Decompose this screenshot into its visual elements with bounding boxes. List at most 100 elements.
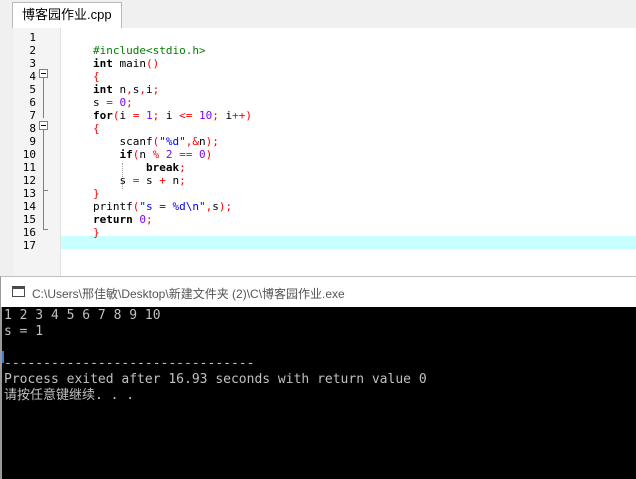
fold-end-marker bbox=[43, 229, 48, 230]
code-token: 0 bbox=[139, 213, 146, 226]
code-token: ,& bbox=[185, 135, 199, 148]
console-window-icon bbox=[12, 286, 25, 297]
code-token: ; bbox=[152, 83, 160, 96]
line-number: 15 bbox=[22, 213, 36, 226]
code-token: ; bbox=[179, 174, 186, 187]
tab-file-label: 博客园作业.cpp bbox=[22, 7, 112, 22]
code-token: ( bbox=[112, 109, 120, 122]
code-token: n bbox=[112, 83, 127, 96]
code-line: if(n % 2 == 0) bbox=[93, 148, 213, 161]
code-token: ); bbox=[205, 135, 219, 148]
code-token: ; bbox=[146, 213, 153, 226]
line-number: 12 bbox=[22, 174, 36, 187]
code-token: int bbox=[93, 57, 113, 70]
code-token: 2 bbox=[165, 148, 173, 161]
code-token: { bbox=[93, 122, 100, 135]
editor-tab-bar: 博客园作业.cpp bbox=[0, 0, 636, 29]
code-token: + bbox=[159, 174, 166, 187]
code-token: scanf bbox=[93, 135, 153, 148]
code-line: { bbox=[93, 122, 100, 135]
code-token: 1 bbox=[146, 109, 153, 122]
line-number: 17 bbox=[22, 239, 36, 252]
code-line: } bbox=[93, 187, 100, 200]
fold-toggle-icon[interactable] bbox=[39, 121, 48, 130]
code-token: for bbox=[93, 109, 113, 122]
line-number: 14 bbox=[22, 200, 36, 213]
code-token: s bbox=[139, 174, 160, 187]
code-line: { bbox=[93, 70, 100, 83]
code-token: ; bbox=[212, 109, 219, 122]
console-output-line: Process exited after 16.93 seconds with … bbox=[4, 372, 427, 387]
code-token: s bbox=[93, 174, 133, 187]
console-title-bar[interactable]: C:\Users\邢佳敏\Desktop\新建文件夹 (2)\C\博客园作业.e… bbox=[0, 276, 636, 307]
line-number: 4 bbox=[29, 70, 36, 83]
console-output-line: 1 2 3 4 5 6 7 8 9 10 bbox=[4, 308, 161, 323]
code-token: ) bbox=[205, 148, 213, 161]
code-token: break bbox=[145, 161, 180, 174]
line-number: 10 bbox=[22, 148, 36, 161]
code-line: return 0; bbox=[93, 213, 153, 226]
code-token: n bbox=[139, 148, 153, 161]
line-number: 2 bbox=[29, 44, 36, 57]
code-token: if bbox=[119, 148, 133, 161]
code-token: <= bbox=[179, 109, 193, 122]
code-token: ); bbox=[218, 200, 233, 213]
console-output-line: 请按任意键继续. . . bbox=[4, 388, 135, 403]
code-token: "s = %d\n" bbox=[139, 200, 206, 213]
line-number: 9 bbox=[29, 135, 36, 148]
code-line: int n,s,i; bbox=[93, 83, 159, 96]
code-token: { bbox=[93, 70, 100, 83]
code-token: n bbox=[198, 135, 206, 148]
code-token: s bbox=[93, 96, 107, 109]
code-token: 10 bbox=[199, 109, 213, 122]
code-editor[interactable]: 1 2 3 4 5 6 7 8 9 10 11 12 13 14 15 16 17 #include<stdio… bbox=[0, 28, 636, 276]
code-line: s = 0; bbox=[93, 96, 133, 109]
code-token: int bbox=[93, 83, 113, 96]
fold-toggle-icon[interactable] bbox=[39, 69, 48, 78]
code-token: i bbox=[159, 109, 180, 122]
code-token: #include<stdio.h> bbox=[93, 44, 206, 57]
line-number: 13 bbox=[22, 187, 36, 200]
line-number: 11 bbox=[22, 161, 36, 174]
fold-range-line bbox=[43, 78, 44, 118]
code-line: printf("s = %d\n",s); bbox=[93, 200, 232, 213]
code-line: scanf("%d",&n); bbox=[93, 135, 219, 148]
code-token: s bbox=[212, 200, 219, 213]
code-line: int main() bbox=[93, 57, 159, 70]
code-token: main bbox=[112, 57, 146, 70]
code-token: printf bbox=[93, 200, 133, 213]
code-token: () bbox=[146, 57, 160, 70]
line-number: 6 bbox=[29, 96, 36, 109]
line-number: 5 bbox=[29, 83, 36, 96]
code-token: n bbox=[165, 174, 180, 187]
code-line: for(i = 1; i <= 10; i++) bbox=[93, 109, 252, 122]
code-token: ; bbox=[179, 161, 186, 174]
code-token: } bbox=[93, 187, 100, 200]
code-token: , bbox=[139, 83, 146, 96]
tab-file[interactable]: 博客园作业.cpp bbox=[12, 2, 122, 28]
fold-end-marker bbox=[43, 190, 48, 191]
code-token: 0 bbox=[199, 148, 206, 161]
line-number: 16 bbox=[22, 226, 36, 239]
editor-margin bbox=[0, 28, 14, 276]
code-token: ++) bbox=[232, 109, 252, 122]
console-title: C:\Users\邢佳敏\Desktop\新建文件夹 (2)\C\博客园作业.e… bbox=[32, 287, 345, 301]
code-token: == bbox=[179, 148, 193, 161]
line-number: 7 bbox=[29, 109, 36, 122]
console-output-line: -------------------------------- bbox=[4, 356, 255, 371]
code-token: = bbox=[106, 96, 113, 109]
code-line: } bbox=[93, 226, 100, 239]
console-output-line: s = 1 bbox=[4, 324, 44, 339]
console-output[interactable]: 1 2 3 4 5 6 7 8 9 10 s = 1 ---------------… bbox=[0, 307, 636, 479]
code-token: i bbox=[218, 109, 233, 122]
code-line: break; bbox=[93, 161, 186, 174]
console-window[interactable]: C:\Users\邢佳敏\Desktop\新建文件夹 (2)\C\博客园作业.e… bbox=[0, 276, 636, 479]
line-number: 3 bbox=[29, 57, 36, 70]
code-token: return bbox=[93, 213, 133, 226]
